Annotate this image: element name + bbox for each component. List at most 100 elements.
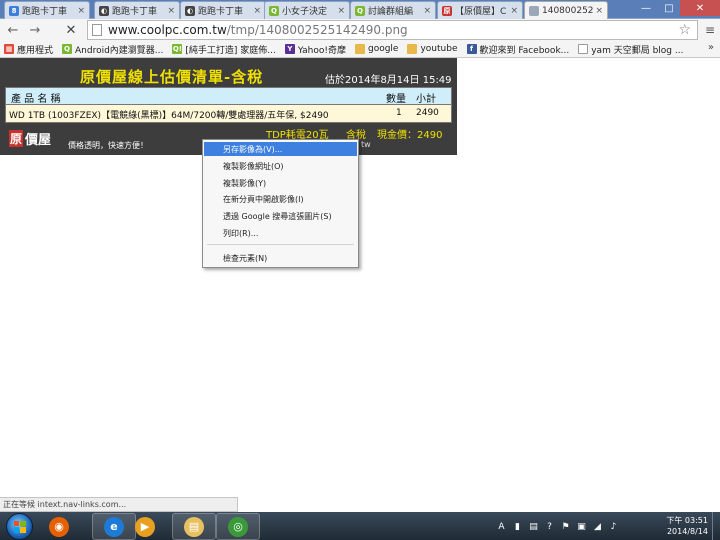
stop-button[interactable]: ✕ [60,20,82,40]
quote-date: 估於2014年8月14日 15:49 [325,75,452,86]
q-icon: Q [269,5,279,16]
ctx-open-image-new-tab[interactable]: 在新分頁中開啟影像(I) [204,192,357,206]
folder-icon: ▤ [184,516,204,537]
tray-icon[interactable]: ▤ [527,521,540,534]
page-icon [529,5,539,16]
q-icon: Q [62,44,73,54]
address-bar[interactable]: www.coolpc.com.tw/tmp/1408002525142490.p… [87,20,698,40]
tab-3[interactable]: ◐ 跑跑卡丁車 × [180,1,266,19]
bookmark-item[interactable]: Y Yahoo!奇摩 [284,43,346,56]
stop-icon: ✕ [65,22,77,38]
taskbar-media-player[interactable]: ▶ [128,513,162,540]
tab-close-icon[interactable]: × [77,6,85,16]
folder-icon [354,44,365,54]
context-menu: 另存影像為(V)... 複製影像網址(O) 複製影像(Y) 在新分頁中開啟影像(… [202,139,359,268]
logo-mark: 原 [9,130,24,147]
badge-8-icon: 8 [9,5,19,16]
tab-strip: — □ ✕ 8 跑跑卡丁車 × ◐ 跑跑卡丁車 × ◐ 跑跑卡丁車 × Q 小女子決定 × Q 討論群組編… [0,0,720,19]
bookmark-item[interactable]: yam 天空郵局 blog ... [578,43,683,56]
tab-label: 140800252 [542,5,594,16]
bookmark-star-icon[interactable]: ☆ [678,22,691,38]
tab-close-icon[interactable]: × [423,6,431,16]
clock-date: 2014/8/14 [666,527,708,536]
bookmark-item[interactable]: ▦ 應用程式 [4,43,53,56]
ie-icon: e [104,516,124,537]
gamer-icon: ◐ [99,5,109,16]
tab-close-icon[interactable]: × [510,6,518,16]
page-icon [92,24,102,36]
address-host: www.coolpc.com.tw [108,23,227,37]
tray-icon[interactable]: ⚑ [559,521,572,534]
bookmark-item[interactable]: youtube [407,44,458,54]
bookmark-label: Android內建瀏覽器... [75,45,164,56]
tab-label: 討論群組編 [368,7,414,17]
bookmarks-bar: ▦ 應用程式 Q Android內建瀏覽器... Q! [純手工打造] 家庭佈... Y Ya… [0,41,720,58]
bookmark-item[interactable]: f 歡迎來到 Facebook... [466,43,570,56]
bookmark-label: 應用程式 [17,45,54,56]
browser-screen: — □ ✕ 8 跑跑卡丁車 × ◐ 跑跑卡丁車 × ◐ 跑跑卡丁車 × Q 小女子決定 × Q 討論群組編… [0,0,720,540]
maximize-button[interactable]: □ [658,0,680,16]
clock[interactable]: 下午 03:51 2014/8/14 [648,515,708,537]
taskbar-explorer[interactable]: ▤ [172,513,216,540]
row-subtotal: 2490 [416,108,439,118]
bookmarks-overflow-button[interactable]: » [708,42,714,53]
bookmark-item[interactable]: Q Android內建瀏覽器... [62,43,163,56]
ctx-print[interactable]: 列印(R)... [204,226,357,240]
chrome-menu-button[interactable]: ≡ [700,19,720,41]
bookmark-item[interactable]: google [354,44,399,54]
q-icon: Q [355,5,365,16]
yahoo-icon: Y [284,44,295,54]
site-suffix: tw [361,140,371,149]
ctx-google-image-search[interactable]: 透過 Google 搜尋這張圖片(S) [204,209,357,223]
show-desktop-button[interactable] [712,512,720,540]
bookmark-label: youtube [420,44,458,54]
forward-button[interactable]: → [24,20,46,40]
tab-2[interactable]: ◐ 跑跑卡丁車 × [94,1,180,19]
address-path: /tmp/1408002525142490.png [226,23,408,37]
slogan: 價格透明，快速方便！ [68,141,148,150]
tab-close-icon[interactable]: × [595,6,603,16]
minimize-button[interactable]: — [635,0,657,16]
tab-4[interactable]: Q 小女子決定 × [264,1,350,19]
tab-6[interactable]: 原【原價屋】C × [437,1,523,19]
bookmark-label: google [367,44,399,54]
tray-icon[interactable]: ? [543,521,556,534]
back-button[interactable]: ← [2,20,24,40]
taskbar-chrome[interactable]: ◎ [216,513,260,540]
tray-icon[interactable]: ▣ [575,521,588,534]
tray-icon[interactable]: ♪ [607,521,620,534]
tab-close-icon[interactable]: × [253,6,261,16]
tab-5[interactable]: Q 討論群組編 × [350,1,436,19]
tab-label: 跑跑卡丁車 [198,7,244,17]
ctx-separator [207,244,354,245]
tab-label: 跑跑卡丁車 [112,7,158,17]
clock-time: 下午 03:51 [666,516,708,525]
bookmark-label: yam 天空郵局 blog ... [591,45,684,56]
q-icon: Q! [172,44,183,54]
close-window-button[interactable]: ✕ [680,0,720,16]
tray-icon[interactable]: ◢ [591,521,604,534]
ctx-copy-image[interactable]: 複製影像(Y) [204,176,357,190]
taskbar-firefox[interactable]: ◉ [42,513,76,540]
tab-label: 跑跑卡丁車 [22,7,68,17]
tab-7[interactable]: 140800252 × [524,1,608,19]
ctx-save-image-as[interactable]: 另存影像為(V)... [204,142,357,156]
back-arrow-icon: ← [7,22,19,38]
bookmark-item[interactable]: Q! [純手工打造] 家庭佈... [172,43,276,56]
ctx-copy-image-url[interactable]: 複製影像網址(O) [204,159,357,173]
tab-1[interactable]: 8 跑跑卡丁車 × [4,1,90,19]
start-button[interactable] [6,513,33,540]
coolpc-logo: 原 價屋 [9,129,51,148]
chrome-icon: ◎ [228,516,248,537]
tray-icon[interactable]: ▮ [511,521,524,534]
menu-icon: ≡ [704,23,716,37]
media-player-icon: ▶ [135,516,155,537]
quote-title: 原價屋線上估價清單-含稅 [80,68,264,86]
bookmark-label: [純手工打造] 家庭佈... [185,45,276,56]
forward-arrow-icon: → [29,22,41,38]
ctx-inspect-element[interactable]: 檢查元素(N) [204,251,357,265]
tab-close-icon[interactable]: × [337,6,345,16]
tray-icon[interactable]: A [495,521,508,534]
bookmark-label: 歡迎來到 Facebook... [479,45,570,56]
tab-close-icon[interactable]: × [167,6,175,16]
